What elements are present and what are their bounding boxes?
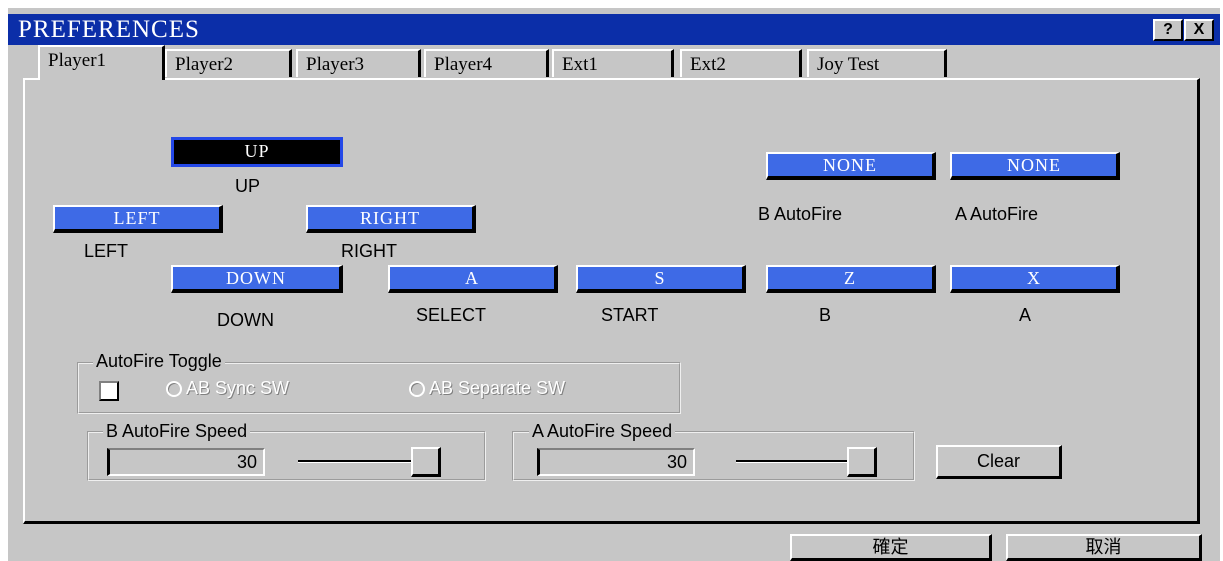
a-speed-slider-thumb[interactable] bbox=[847, 447, 877, 477]
help-icon: ? bbox=[1163, 21, 1173, 38]
key-b-autofire-button[interactable]: NONE bbox=[766, 152, 936, 180]
key-left-label: LEFT bbox=[84, 241, 129, 261]
ab-sync-radio[interactable] bbox=[166, 381, 182, 397]
tab-ext1[interactable]: Ext1 bbox=[552, 49, 674, 77]
tab-joy-test[interactable]: Joy Test bbox=[807, 49, 947, 77]
key-b-autofire-label: B AutoFire bbox=[758, 204, 843, 224]
a-speed-title: A AutoFire Speed bbox=[529, 421, 676, 442]
key-left-button[interactable]: LEFT bbox=[53, 205, 223, 233]
key-select-label: SELECT bbox=[416, 305, 487, 325]
key-select-button[interactable]: A bbox=[388, 265, 558, 293]
cancel-button[interactable]: 取消 bbox=[1006, 534, 1202, 561]
key-a-autofire-button[interactable]: NONE bbox=[950, 152, 1120, 180]
key-start-button[interactable]: S bbox=[576, 265, 746, 293]
title-bar[interactable]: PREFERENCES ? X bbox=[8, 14, 1220, 45]
key-start-label: START bbox=[601, 305, 659, 325]
b-speed-field[interactable]: 30 bbox=[107, 448, 265, 476]
tab-player4[interactable]: Player4 bbox=[424, 49, 549, 77]
key-right-label: RIGHT bbox=[341, 241, 397, 261]
window-title: PREFERENCES bbox=[18, 16, 200, 43]
key-down-button[interactable]: DOWN bbox=[171, 265, 343, 293]
close-button[interactable]: X bbox=[1184, 19, 1214, 41]
a-speed-field[interactable]: 30 bbox=[537, 448, 695, 476]
tab-player3[interactable]: Player3 bbox=[296, 49, 421, 77]
autofire-toggle-title: AutoFire Toggle bbox=[93, 351, 225, 372]
key-b-label: B bbox=[819, 305, 832, 325]
clear-button[interactable]: Clear bbox=[936, 445, 1062, 479]
tab-ext2[interactable]: Ext2 bbox=[680, 49, 802, 77]
key-a-autofire-label: A AutoFire bbox=[955, 204, 1039, 224]
key-right-button[interactable]: RIGHT bbox=[306, 205, 476, 233]
help-button[interactable]: ? bbox=[1153, 19, 1183, 41]
ab-separate-radio[interactable] bbox=[409, 381, 425, 397]
key-a-label: A bbox=[1019, 305, 1032, 325]
b-speed-title: B AutoFire Speed bbox=[103, 421, 251, 442]
key-up-label: UP bbox=[235, 176, 261, 196]
ab-separate-label: AB Separate SW bbox=[429, 378, 566, 398]
autofire-toggle-checkbox[interactable] bbox=[99, 381, 119, 401]
key-b-button[interactable]: Z bbox=[766, 265, 936, 293]
key-down-label: DOWN bbox=[217, 310, 274, 330]
ab-sync-label: AB Sync SW bbox=[186, 378, 290, 398]
tab-player2[interactable]: Player2 bbox=[165, 49, 292, 77]
key-up-button[interactable]: UP bbox=[171, 137, 343, 167]
key-a-button[interactable]: X bbox=[950, 265, 1120, 293]
tab-player1[interactable]: Player1 bbox=[38, 45, 165, 80]
close-icon: X bbox=[1193, 21, 1205, 38]
b-speed-slider-thumb[interactable] bbox=[411, 447, 441, 477]
ok-button[interactable]: 確定 bbox=[790, 534, 992, 561]
